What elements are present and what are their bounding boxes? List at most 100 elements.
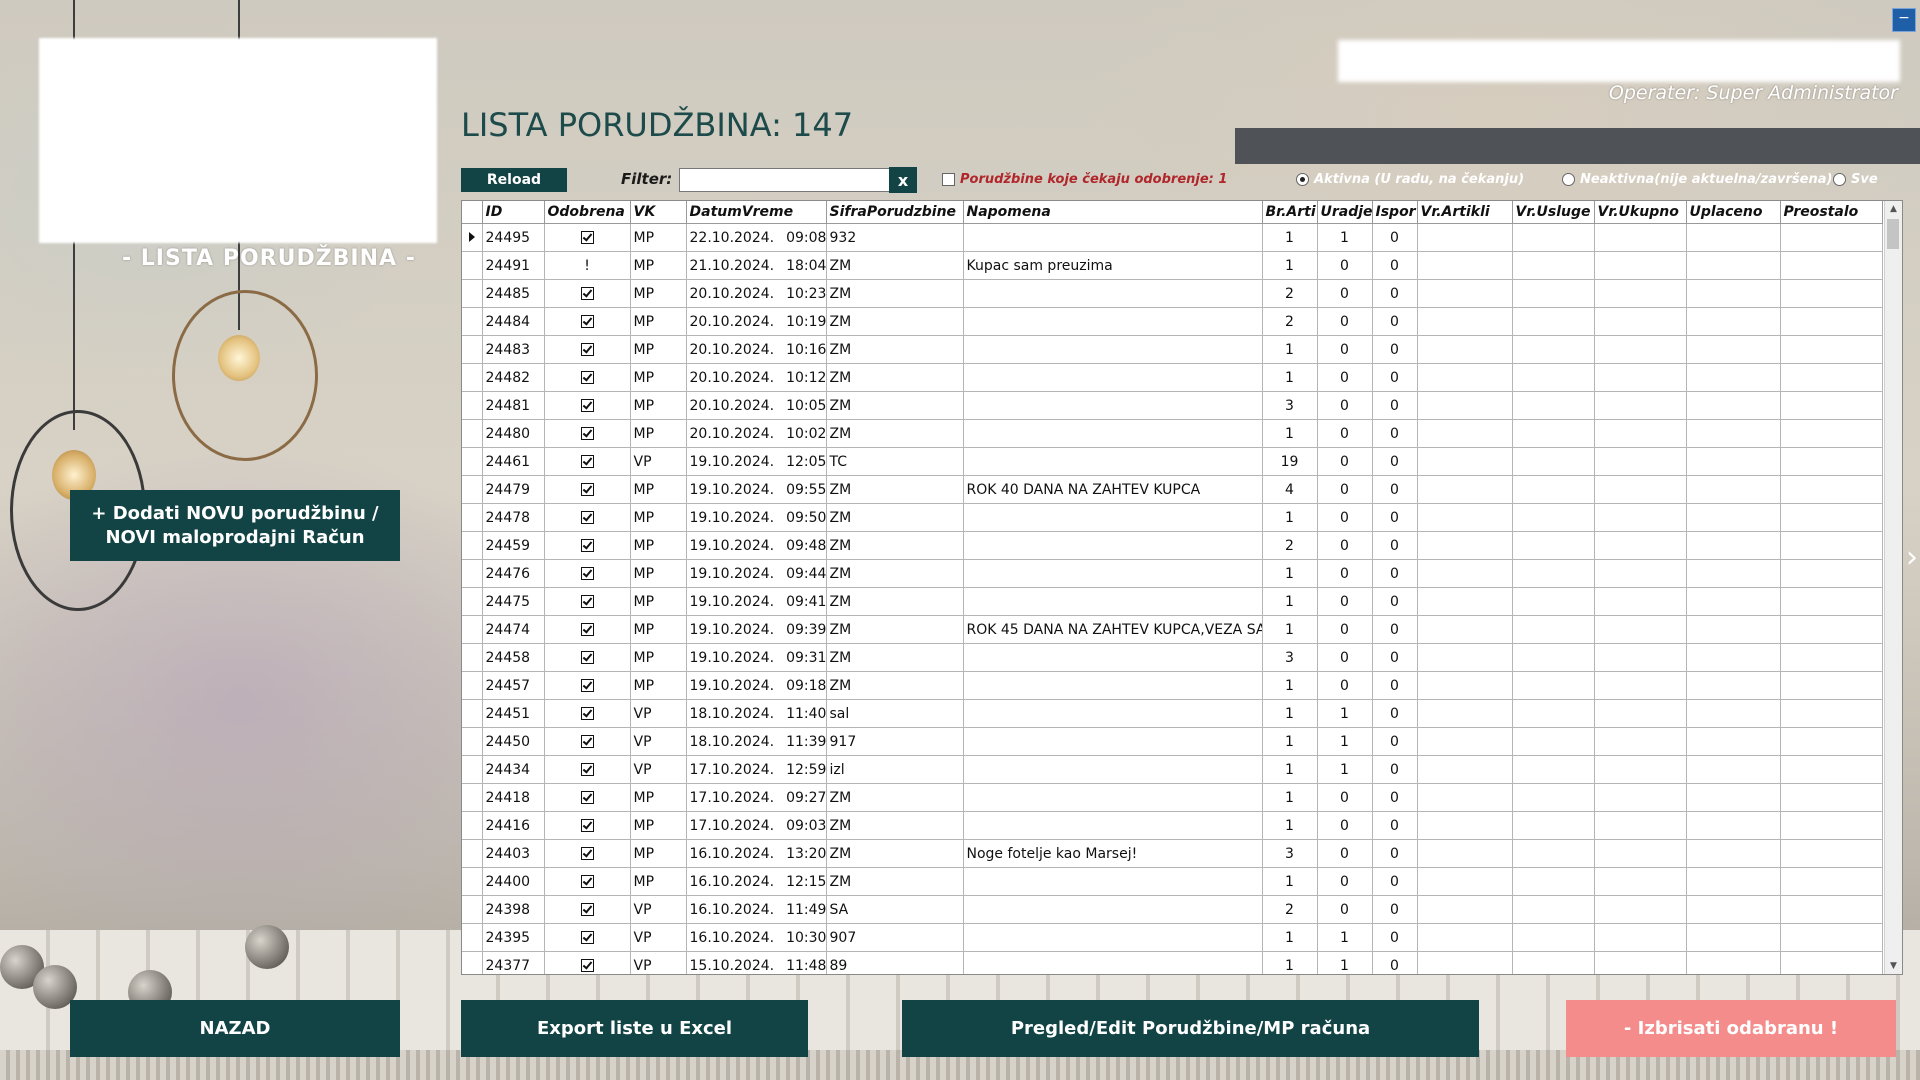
row-selector[interactable] [462,251,483,280]
radio-selected-icon[interactable] [1296,173,1309,186]
column-header[interactable]: Preostalo [1780,201,1883,224]
all-filter-radio[interactable]: Sve [1833,172,1878,187]
table-row[interactable]: 24482 MP 20.10.2024. 10:12 ZM 1 0 0 [462,363,1883,392]
cell-redacted-amount [1512,951,1595,974]
column-header[interactable]: Uplaceno [1686,201,1781,224]
table-row[interactable]: 24478 MP 19.10.2024. 09:50 ZM 1 0 0 [462,503,1883,532]
table-row[interactable]: 24400 MP 16.10.2024. 12:15 ZM 1 0 0 [462,867,1883,896]
delete-order-button[interactable]: - Izbrisati odabranu ! [1566,1000,1896,1057]
row-selector[interactable] [462,839,483,868]
column-header[interactable]: DatumVreme [686,201,827,224]
scroll-thumb[interactable] [1887,219,1899,249]
row-selector[interactable] [462,335,483,364]
scroll-down-icon[interactable]: ▼ [1885,958,1902,974]
row-selector[interactable] [462,923,483,952]
table-row[interactable]: 24476 MP 19.10.2024. 09:44 ZM 1 0 0 [462,559,1883,588]
table-row[interactable]: 24416 MP 17.10.2024. 09:03 ZM 1 0 0 [462,811,1883,840]
filter-input[interactable] [679,168,895,192]
column-header[interactable]: ID [482,201,545,224]
column-header[interactable]: Napomena [963,201,1263,224]
table-row[interactable]: 24495 MP 22.10.2024. 09:08 932 1 1 0 [462,223,1883,252]
row-selector[interactable] [462,699,483,728]
reload-button[interactable]: Reload [461,168,567,192]
row-selector[interactable] [462,559,483,588]
row-selector[interactable] [462,279,483,308]
export-excel-button[interactable]: Export liste u Excel [461,1000,808,1057]
minimize-icon[interactable]: − [1892,8,1916,32]
column-header[interactable]: Br.Arti [1262,201,1318,224]
edit-order-button[interactable]: Pregled/Edit Porudžbine/MP računa [902,1000,1479,1057]
column-header[interactable]: Vr.Artikli [1417,201,1513,224]
row-selector[interactable] [462,419,483,448]
row-selector[interactable] [462,307,483,336]
cell-vk: VP [630,895,687,924]
row-selector[interactable] [462,503,483,532]
table-row[interactable]: 24418 MP 17.10.2024. 09:27 ZM 1 0 0 [462,783,1883,812]
cell-date: 16.10.2024. [689,901,775,918]
column-header[interactable]: Ispor [1372,201,1418,224]
row-selector[interactable] [462,391,483,420]
row-selector[interactable] [462,447,483,476]
table-row[interactable]: 24461 VP 19.10.2024. 12:05 TC 19 0 0 [462,447,1883,476]
cell-time: 09:31 [786,649,826,666]
table-row[interactable]: 24479 MP 19.10.2024. 09:55 ZM ROK 40 DANA NA … [462,475,1883,504]
row-selector[interactable] [462,531,483,560]
row-selector[interactable] [462,671,483,700]
orders-grid[interactable]: ID Odobrena VK DatumVreme SifraPorudzbine Nap… [461,200,1903,975]
row-selector[interactable] [462,475,483,504]
scroll-up-icon[interactable]: ▲ [1885,201,1902,217]
table-row[interactable]: 24459 MP 19.10.2024. 09:48 ZM 2 0 0 [462,531,1883,560]
filter-clear-button[interactable]: x [889,167,917,193]
table-row[interactable]: 24395 VP 16.10.2024. 10:30 907 1 1 0 [462,923,1883,952]
chevron-right-icon[interactable]: › [1906,540,1920,576]
pending-approval-checkbox[interactable]: Porudžbine koje čekaju odobrenje: 1 [942,172,1227,187]
table-row[interactable]: 24403 MP 16.10.2024. 13:20 ZM Noge fotelje ka… [462,839,1883,868]
cell-isporuceno: 0 [1372,811,1418,840]
add-order-button[interactable]: + Dodati NOVU porudžbinu / NOVI maloprod… [70,490,400,561]
table-row[interactable]: 24457 MP 19.10.2024. 09:18 ZM 1 0 0 [462,671,1883,700]
row-selector[interactable] [462,811,483,840]
column-header[interactable]: Uradje [1317,201,1373,224]
table-row[interactable]: 24485 MP 20.10.2024. 10:23 ZM 2 0 0 [462,279,1883,308]
table-row[interactable]: 24484 MP 20.10.2024. 10:19 ZM 2 0 0 [462,307,1883,336]
row-selector[interactable] [462,783,483,812]
column-header[interactable]: VK [630,201,687,224]
row-selector[interactable] [462,895,483,924]
row-selector[interactable] [462,643,483,672]
row-selector[interactable] [462,867,483,896]
column-header[interactable]: SifraPorudzbine [826,201,964,224]
table-row[interactable]: 24458 MP 19.10.2024. 09:31 ZM 3 0 0 [462,643,1883,672]
cell-redacted-amount [1780,615,1883,644]
table-row[interactable]: 24491! MP 21.10.2024. 18:04 ZM Kupac sam preu… [462,251,1883,280]
vertical-scrollbar[interactable]: ▲ ▼ [1884,201,1902,974]
column-header[interactable]: Vr.Usluge [1512,201,1595,224]
table-row[interactable]: 24481 MP 20.10.2024. 10:05 ZM 3 0 0 [462,391,1883,420]
radio-icon[interactable] [1562,173,1575,186]
table-row[interactable]: 24480 MP 20.10.2024. 10:02 ZM 1 0 0 [462,419,1883,448]
radio-icon[interactable] [1833,173,1846,186]
table-row[interactable]: 24434 VP 17.10.2024. 12:59 izl 1 1 0 [462,755,1883,784]
active-filter-radio[interactable]: Aktivna (U radu, na čekanju) [1296,172,1524,187]
row-selector[interactable] [462,223,483,252]
table-row[interactable]: 24475 MP 19.10.2024. 09:41 ZM 1 0 0 [462,587,1883,616]
table-row[interactable]: 24483 MP 20.10.2024. 10:16 ZM 1 0 0 [462,335,1883,364]
back-button[interactable]: NAZAD [70,1000,400,1057]
inactive-filter-radio[interactable]: Neaktivna(nije aktuelna/završena) [1562,172,1832,187]
table-row[interactable]: 24474 MP 19.10.2024. 09:39 ZM ROK 45 DANA NA … [462,615,1883,644]
row-selector[interactable] [462,951,483,974]
table-row[interactable]: 24377 VP 15.10.2024. 11:48 89 1 1 0 [462,951,1883,974]
table-row[interactable]: 24451 VP 18.10.2024. 11:40 sal 1 1 0 [462,699,1883,728]
checkbox-icon[interactable] [942,173,955,186]
row-selector[interactable] [462,755,483,784]
company-name-ghost: COMPANY ORDERING SYSTEM [60,218,368,240]
table-row[interactable]: 24398 VP 16.10.2024. 11:49 SA 2 0 0 [462,895,1883,924]
row-selector[interactable] [462,615,483,644]
row-selector[interactable] [462,363,483,392]
cell-redacted-amount [1686,335,1781,364]
column-header[interactable]: Odobrena [544,201,631,224]
checked-checkbox-icon [580,763,594,776]
table-row[interactable]: 24450 VP 18.10.2024. 11:39 917 1 1 0 [462,727,1883,756]
row-selector[interactable] [462,727,483,756]
column-header[interactable]: Vr.Ukupno [1594,201,1687,224]
row-selector[interactable] [462,587,483,616]
